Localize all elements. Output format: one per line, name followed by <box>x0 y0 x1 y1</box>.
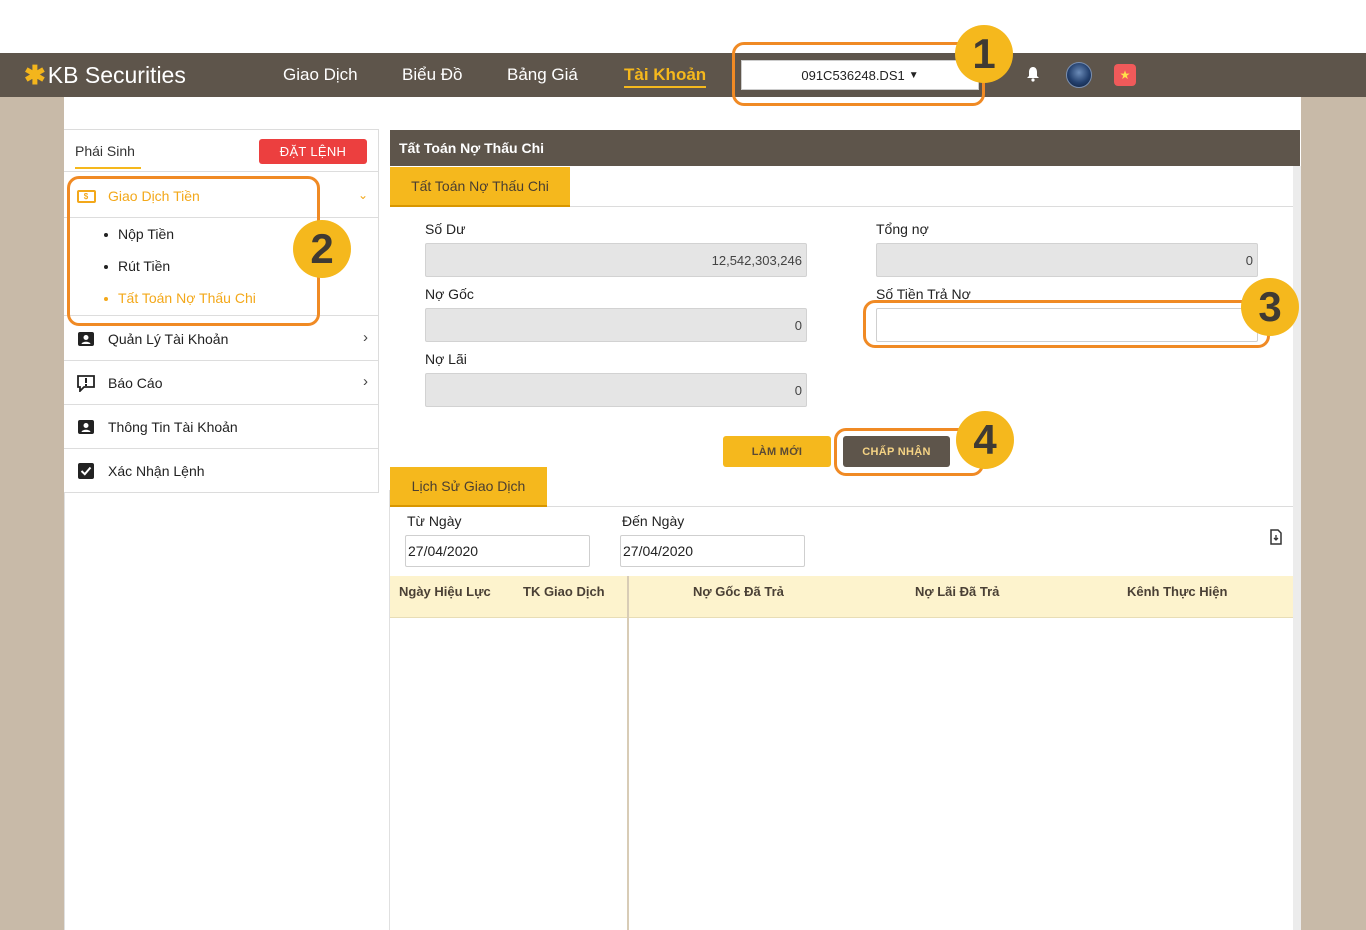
report-icon <box>76 373 96 393</box>
tong-no-field: 0 <box>876 243 1258 277</box>
sidebar-item-bao-cao[interactable]: Báo Cáo › <box>64 361 378 405</box>
vietnam-flag-icon[interactable]: ★ <box>1114 64 1136 86</box>
step-badge-2: 2 <box>293 220 351 278</box>
table-column-divider[interactable] <box>627 576 629 930</box>
column-header[interactable]: TK Giao Dịch <box>523 584 605 599</box>
chevron-right-icon: › <box>363 329 368 346</box>
nav-bieu-do[interactable]: Biểu Đồ <box>402 53 462 97</box>
step-badge-1: 1 <box>955 25 1013 83</box>
checkbox-icon <box>76 461 96 481</box>
from-date-input[interactable] <box>405 535 590 567</box>
place-order-button[interactable]: ĐẶT LỆNH <box>259 139 367 164</box>
left-background <box>0 97 64 930</box>
step-badge-3: 3 <box>1241 278 1299 336</box>
kb-securities-logo[interactable]: ✱ KB Securities <box>24 59 186 90</box>
refresh-button[interactable]: LÀM MỚI <box>723 436 831 467</box>
nav-bang-gia[interactable]: Bảng Giá <box>507 53 578 97</box>
export-file-icon[interactable] <box>1269 529 1283 545</box>
kb-logo-mark-icon: ✱ <box>24 59 46 90</box>
user-card-icon <box>76 329 96 349</box>
main-scrollbar[interactable] <box>1293 166 1301 930</box>
so-du-field: 12,542,303,246 <box>425 243 807 277</box>
sidebar-item-label: Báo Cáo <box>108 375 163 391</box>
tab-underline <box>570 206 1293 207</box>
from-date-label: Từ Ngày <box>407 513 462 529</box>
so-du-label: Số Dư <box>425 221 466 237</box>
no-goc-field: 0 <box>425 308 807 342</box>
step-badge-4: 4 <box>956 411 1014 469</box>
sidebar-item-thong-tin-tai-khoan[interactable]: Thông Tin Tài Khoản <box>64 405 378 449</box>
content-divider <box>389 490 390 930</box>
chevron-right-icon: › <box>363 373 368 390</box>
to-date-label: Đến Ngày <box>622 513 685 529</box>
history-tab-underline <box>547 506 1293 507</box>
column-header[interactable]: Kênh Thực Hiện <box>1127 584 1227 599</box>
tab-tat-toan-no-thau-chi[interactable]: Tất Toán Nợ Thấu Chi <box>390 167 570 207</box>
bell-icon[interactable] <box>1026 66 1040 86</box>
account-info-icon <box>76 417 96 437</box>
sidebar-header: Phái Sinh ĐẶT LỆNH <box>64 130 378 172</box>
tab-lich-su-giao-dich[interactable]: Lịch Sử Giao Dịch <box>390 467 547 507</box>
brand-name: KB Securities <box>47 61 186 88</box>
sidebar-item-xac-nhan-lenh[interactable]: Xác Nhận Lệnh <box>64 449 378 493</box>
column-header[interactable]: Nợ Gốc Đã Trả <box>693 584 784 599</box>
sidebar-item-label: Xác Nhận Lệnh <box>108 463 205 479</box>
sidebar-item-label: Thông Tin Tài Khoản <box>108 419 238 435</box>
callout-box-1 <box>732 42 985 106</box>
no-lai-label: Nợ Lãi <box>425 351 467 367</box>
nav-tai-khoan[interactable]: Tài Khoản <box>624 53 707 97</box>
callout-box-2 <box>67 176 320 326</box>
avatar[interactable] <box>1066 62 1092 88</box>
no-goc-label: Nợ Gốc <box>425 286 474 302</box>
panel-title: Tất Toán Nợ Thấu Chi <box>399 140 545 156</box>
panel-header: Tất Toán Nợ Thấu Chi <box>390 130 1300 166</box>
history-table-header: Ngày Hiệu Lực TK Giao Dịch Nợ Gốc Đã Trả… <box>390 576 1293 618</box>
chevron-down-icon: ⌄ <box>357 188 368 202</box>
tong-no-label: Tổng nợ <box>876 221 929 237</box>
column-header[interactable]: Ngày Hiệu Lực <box>399 584 491 599</box>
top-navigation-bar: ✱ KB Securities Giao Dịch Biểu Đồ Bảng G… <box>0 53 1366 97</box>
right-background <box>1301 97 1366 930</box>
sidebar-item-label: Quản Lý Tài Khoản <box>108 331 229 347</box>
callout-box-3 <box>863 300 1270 348</box>
sidebar-title[interactable]: Phái Sinh <box>75 143 141 169</box>
left-divider <box>64 493 65 930</box>
nav-giao-dich[interactable]: Giao Dịch <box>283 53 358 97</box>
to-date-input[interactable] <box>620 535 805 567</box>
no-lai-field: 0 <box>425 373 807 407</box>
column-header[interactable]: Nợ Lãi Đã Trả <box>915 584 999 599</box>
